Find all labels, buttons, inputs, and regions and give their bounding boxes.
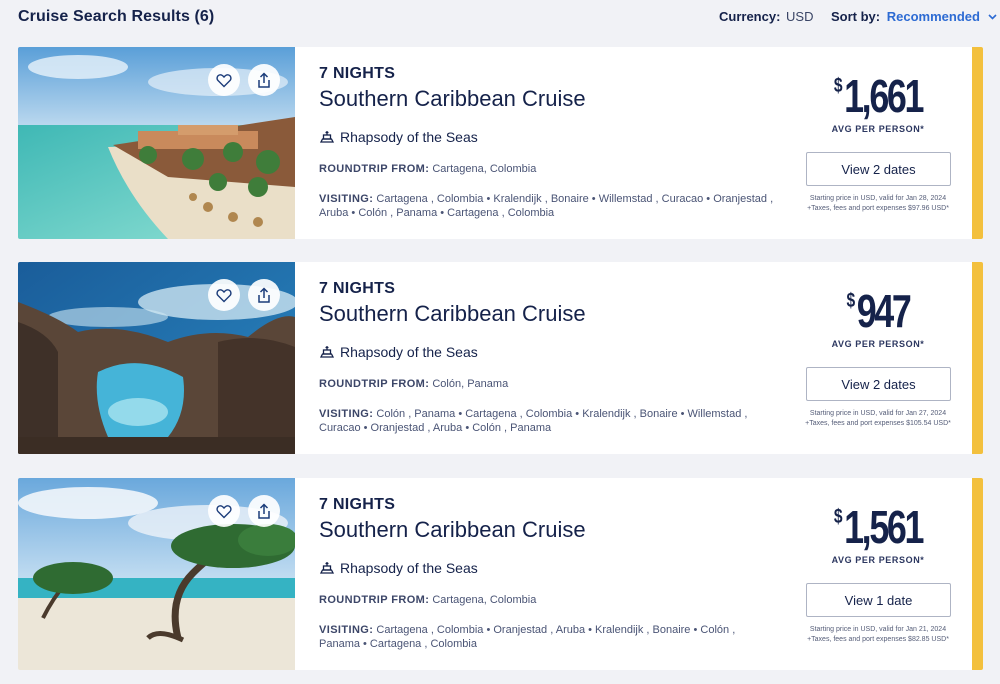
ship-icon [319, 344, 335, 360]
visiting-label: VISITING: [319, 193, 374, 205]
favorite-button[interactable] [208, 279, 240, 311]
fine-print-line: Starting price in USD, valid for Jan 27,… [809, 410, 947, 417]
roundtrip-value: Cartagena, Colombia [432, 163, 537, 175]
cruise-name[interactable]: Southern Caribbean Cruise [319, 301, 586, 327]
cruise-nights: 7 NIGHTS [319, 65, 396, 82]
cruise-info: 7 NIGHTS Southern Caribbean Cruise Rhaps… [319, 478, 779, 670]
cruise-photo[interactable] [18, 478, 295, 670]
avg-per-person-label: AVG PER PERSON* [831, 339, 925, 349]
ship-icon [319, 129, 335, 145]
share-icon [256, 502, 272, 520]
card-accent-bar [972, 478, 983, 670]
cruise-card[interactable]: 7 NIGHTS Southern Caribbean Cruise Rhaps… [18, 262, 983, 454]
cruise-card[interactable]: 7 NIGHTS Southern Caribbean Cruise Rhaps… [18, 47, 983, 239]
cruise-name[interactable]: Southern Caribbean Cruise [319, 517, 586, 543]
visiting-ports: VISITING: Colón , Panama • Cartagena , C… [319, 407, 774, 435]
roundtrip-from: ROUNDTRIP FROM: Cartagena, Colombia [319, 594, 536, 606]
ship-icon [319, 560, 335, 576]
heart-icon [216, 73, 232, 88]
roundtrip-from: ROUNDTRIP FROM: Cartagena, Colombia [319, 163, 536, 175]
price-amount: $1,661 [820, 69, 937, 123]
currency-symbol: $ [833, 75, 843, 97]
cruise-info: 7 NIGHTS Southern Caribbean Cruise Rhaps… [319, 262, 779, 454]
fine-print-line: +Taxes, fees and port expenses $82.85 US… [807, 636, 949, 643]
visiting-label: VISITING: [319, 624, 374, 636]
ship-name: Rhapsody of the Seas [319, 344, 478, 360]
currency-selector[interactable]: Currency: USD [719, 9, 814, 24]
avg-per-person-label: AVG PER PERSON* [831, 555, 925, 565]
favorite-button[interactable] [208, 495, 240, 527]
share-button[interactable] [248, 64, 280, 96]
price-value: 947 [856, 285, 912, 337]
visiting-label: VISITING: [319, 408, 374, 420]
favorite-button[interactable] [208, 64, 240, 96]
currency-label: Currency: [719, 9, 781, 24]
visiting-value: Cartagena , Colombia • Kralendijk , Bona… [319, 193, 774, 219]
ship-name: Rhapsody of the Seas [319, 560, 478, 576]
results-header: Cruise Search Results (6) Currency: USD … [0, 0, 1000, 33]
roundtrip-value: Cartagena, Colombia [432, 594, 537, 606]
roundtrip-value: Colón, Panama [432, 378, 509, 390]
ship-label: Rhapsody of the Seas [340, 560, 478, 576]
visiting-value: Colón , Panama • Cartagena , Colombia • … [319, 408, 748, 434]
visiting-ports: VISITING: Cartagena , Colombia • Kralend… [319, 192, 774, 220]
cruise-card[interactable]: 7 NIGHTS Southern Caribbean Cruise Rhaps… [18, 478, 983, 670]
price-block: $1,561 AVG PER PERSON* View 1 date Start… [803, 478, 953, 670]
currency-symbol: $ [833, 506, 843, 528]
view-dates-button[interactable]: View 2 dates [806, 152, 951, 186]
view-dates-button[interactable]: View 1 date [806, 583, 951, 617]
cruise-name[interactable]: Southern Caribbean Cruise [319, 86, 586, 112]
roundtrip-label: ROUNDTRIP FROM: [319, 594, 430, 606]
cruise-info: 7 NIGHTS Southern Caribbean Cruise Rhaps… [319, 47, 779, 239]
card-accent-bar [972, 47, 983, 239]
share-icon [256, 286, 272, 304]
price-fine-print: Starting price in USD, valid for Jan 21,… [793, 625, 963, 645]
ship-name: Rhapsody of the Seas [319, 129, 478, 145]
visiting-ports: VISITING: Cartagena , Colombia • Oranjes… [319, 623, 774, 651]
cruise-photo[interactable] [18, 47, 295, 239]
ship-label: Rhapsody of the Seas [340, 344, 478, 360]
cruise-nights: 7 NIGHTS [319, 496, 396, 513]
ship-label: Rhapsody of the Seas [340, 129, 478, 145]
fine-print-line: +Taxes, fees and port expenses $97.96 US… [807, 205, 949, 212]
sort-label: Sort by: [831, 9, 881, 24]
fine-print-line: Starting price in USD, valid for Jan 21,… [809, 626, 947, 633]
visiting-value: Cartagena , Colombia • Oranjestad , Arub… [319, 624, 736, 650]
price-fine-print: Starting price in USD, valid for Jan 27,… [793, 409, 963, 429]
sort-dropdown[interactable]: Sort by: Recommended [831, 9, 997, 24]
view-dates-button[interactable]: View 2 dates [806, 367, 951, 401]
price-block: $1,661 AVG PER PERSON* View 2 dates Star… [803, 47, 953, 239]
price-value: 1,561 [844, 501, 924, 553]
cruise-nights: 7 NIGHTS [319, 280, 396, 297]
heart-icon [216, 288, 232, 303]
sort-value: Recommended [886, 9, 980, 24]
price-block: $947 AVG PER PERSON* View 2 dates Starti… [803, 262, 953, 454]
currency-symbol: $ [846, 290, 856, 312]
fine-print-line: Starting price in USD, valid for Jan 28,… [809, 195, 947, 202]
roundtrip-label: ROUNDTRIP FROM: [319, 378, 430, 390]
share-button[interactable] [248, 495, 280, 527]
chevron-down-icon [988, 12, 997, 23]
roundtrip-label: ROUNDTRIP FROM: [319, 163, 430, 175]
fine-print-line: +Taxes, fees and port expenses $105.54 U… [805, 420, 951, 427]
results-title: Cruise Search Results (6) [18, 7, 215, 25]
card-accent-bar [972, 262, 983, 454]
share-icon [256, 71, 272, 89]
roundtrip-from: ROUNDTRIP FROM: Colón, Panama [319, 378, 508, 390]
price-amount: $1,561 [820, 500, 937, 554]
currency-value: USD [786, 9, 814, 24]
price-fine-print: Starting price in USD, valid for Jan 28,… [793, 194, 963, 214]
price-value: 1,661 [844, 70, 924, 122]
heart-icon [216, 504, 232, 519]
share-button[interactable] [248, 279, 280, 311]
price-amount: $947 [820, 284, 937, 338]
cruise-photo[interactable] [18, 262, 295, 454]
avg-per-person-label: AVG PER PERSON* [831, 124, 925, 134]
